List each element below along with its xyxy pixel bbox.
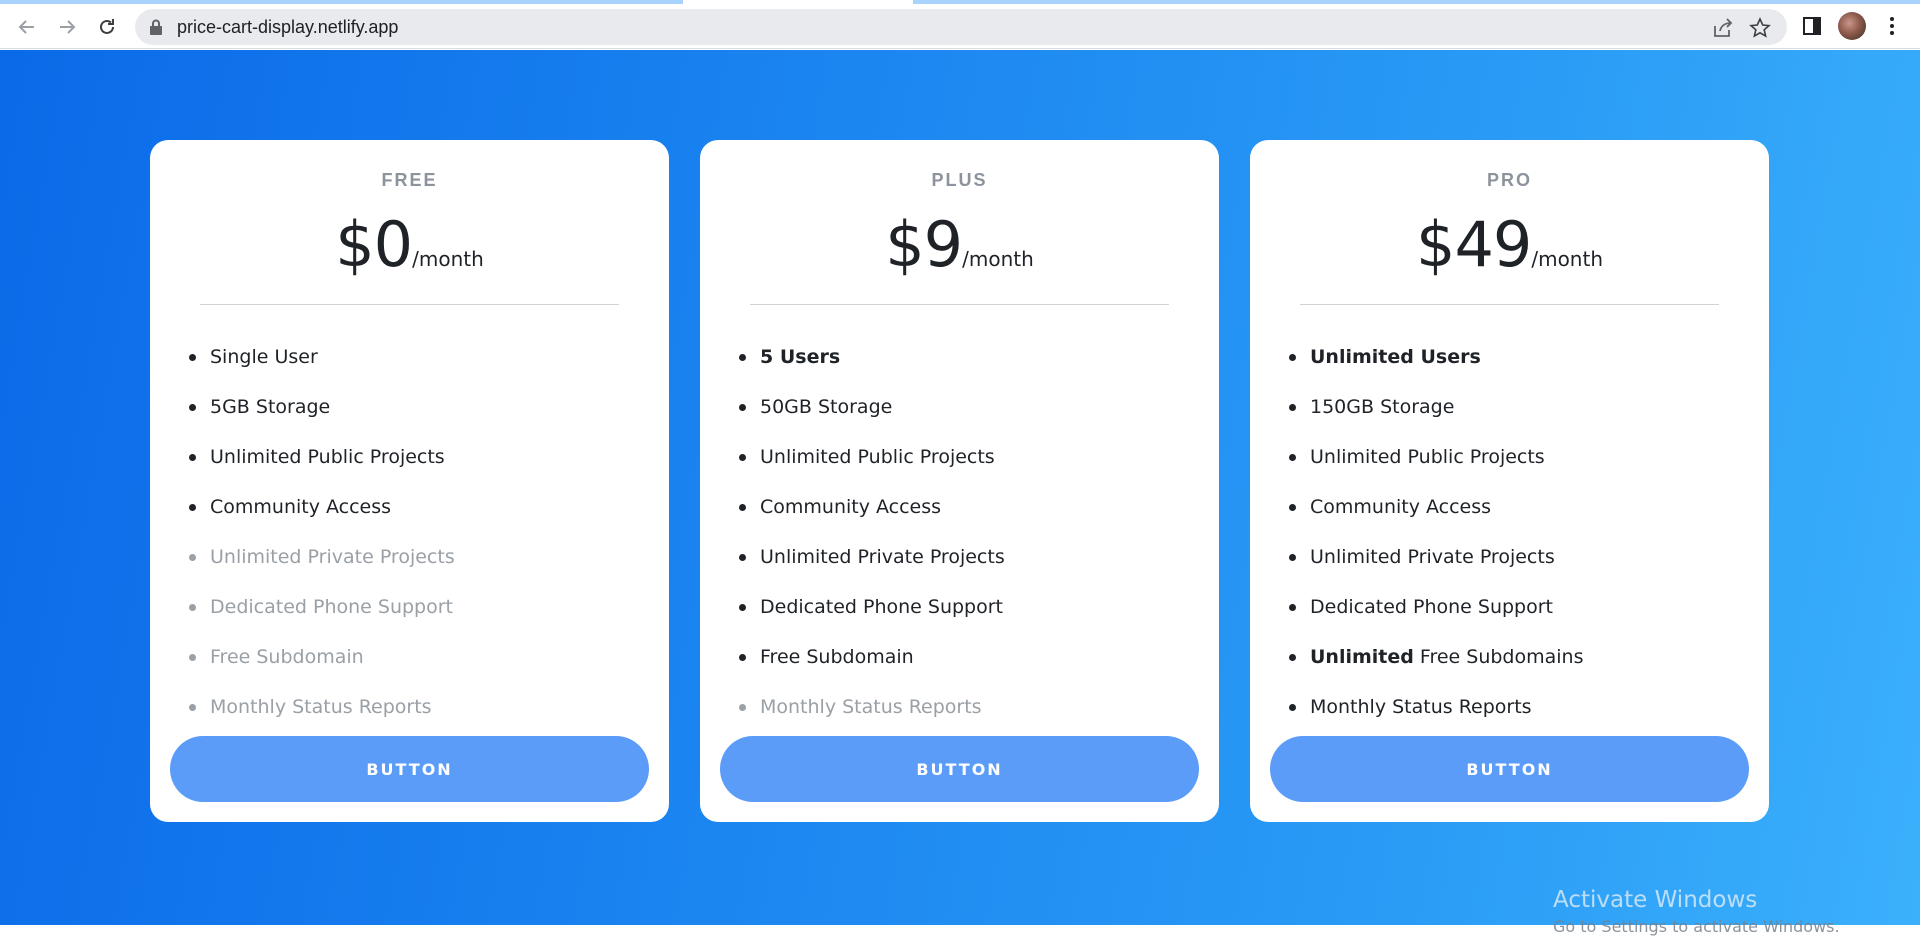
pricing-card-plus: PLUS $9/month 5 Users 50GB Storage Unlimit…	[700, 140, 1219, 822]
feature-item: 5GB Storage	[188, 390, 628, 440]
feature-list: 5 Users 50GB Storage Unlimited Public Proj…	[738, 340, 1178, 740]
watermark-subtitle: Go to Settings to activate Windows.	[1553, 917, 1840, 936]
price-row: $9/month	[700, 208, 1219, 281]
feature-item: Community Access	[188, 490, 628, 540]
url-text[interactable]: price-cart-display.netlify.app	[177, 17, 398, 38]
price-amount: $9	[885, 208, 963, 281]
feature-list: Unlimited Users 150GB Storage Unlimited Pu…	[1288, 340, 1728, 740]
feature-item: Monthly Status Reports	[188, 690, 628, 740]
feature-text: Monthly Status Reports	[1310, 696, 1532, 718]
feature-text: Dedicated Phone Support	[760, 596, 1003, 618]
sidebar-icon[interactable]	[1800, 14, 1824, 38]
feature-text: Free Subdomain	[210, 646, 364, 668]
feature-text: Dedicated Phone Support	[210, 596, 453, 618]
feature-item: Unlimited Public Projects	[738, 440, 1178, 490]
feature-item: Unlimited Private Projects	[1288, 540, 1728, 590]
browser-toolbar: price-cart-display.netlify.app	[0, 0, 1920, 49]
reload-icon	[100, 19, 114, 34]
feature-text: Unlimited Public Projects	[210, 446, 445, 468]
feature-text: Unlimited Private Projects	[210, 546, 455, 568]
price-period: /month	[962, 247, 1034, 271]
feature-item: Dedicated Phone Support	[738, 590, 1178, 640]
pricing-card-free: FREE $0/month Single User 5GB Storage Unli…	[150, 140, 669, 822]
feature-highlight: 5 Users	[760, 346, 841, 368]
feature-list: Single User 5GB Storage Unlimited Public P…	[188, 340, 628, 740]
price-amount: $49	[1416, 208, 1532, 281]
divider	[200, 304, 619, 305]
price-row: $49/month	[1250, 208, 1769, 281]
pricing-page: FREE $0/month Single User 5GB Storage Unli…	[0, 50, 1920, 925]
feature-text: Free Subdomain	[760, 646, 914, 668]
feature-text: Free Subdomains	[1413, 646, 1584, 668]
pricing-card-pro: PRO $49/month Unlimited Users 150GB Stora…	[1250, 140, 1769, 822]
forward-button[interactable]	[52, 12, 82, 42]
feature-item: Free Subdomain	[188, 640, 628, 690]
feature-item: Community Access	[738, 490, 1178, 540]
back-icon	[18, 20, 34, 34]
plan-name: PLUS	[931, 170, 988, 190]
plan-name: FREE	[381, 170, 438, 190]
feature-item: Community Access	[1288, 490, 1728, 540]
price-period: /month	[412, 247, 484, 271]
divider	[1300, 304, 1719, 305]
feature-text: Community Access	[210, 496, 392, 518]
feature-highlight: Unlimited Users	[1310, 346, 1481, 368]
share-icon[interactable]	[1712, 17, 1734, 39]
reload-button[interactable]	[92, 12, 122, 42]
feature-text: Community Access	[1310, 496, 1492, 518]
feature-item: Unlimited Free Subdomains	[1288, 640, 1728, 690]
watermark-title: Activate Windows	[1553, 887, 1758, 913]
feature-item: 150GB Storage	[1288, 390, 1728, 440]
forward-icon	[60, 20, 76, 34]
back-button[interactable]	[12, 12, 42, 42]
tab-strip-edge	[913, 0, 1920, 4]
feature-item: Unlimited Private Projects	[188, 540, 628, 590]
feature-item: Unlimited Users	[1288, 340, 1728, 390]
feature-text: Community Access	[760, 496, 942, 518]
feature-text: Unlimited Private Projects	[1310, 546, 1555, 568]
star-icon[interactable]	[1749, 17, 1771, 39]
feature-item: Unlimited Public Projects	[1288, 440, 1728, 490]
feature-text: Unlimited Public Projects	[760, 446, 995, 468]
feature-text: Dedicated Phone Support	[1310, 596, 1553, 618]
feature-highlight: Unlimited	[1310, 646, 1414, 668]
feature-item: 5 Users	[738, 340, 1178, 390]
feature-text: 150GB Storage	[1310, 396, 1455, 418]
avatar[interactable]	[1838, 12, 1866, 40]
tab-strip-edge	[0, 0, 683, 4]
feature-item: 50GB Storage	[738, 390, 1178, 440]
address-bar[interactable]: price-cart-display.netlify.app	[135, 9, 1787, 45]
price-amount: $0	[335, 208, 413, 281]
select-plan-button[interactable]: BUTTON	[720, 736, 1199, 802]
feature-item: Unlimited Private Projects	[738, 540, 1178, 590]
divider	[750, 304, 1169, 305]
menu-icon[interactable]	[1880, 14, 1904, 38]
plan-name: PRO	[1486, 170, 1532, 190]
feature-text: Monthly Status Reports	[760, 696, 982, 718]
feature-text: Unlimited Public Projects	[1310, 446, 1545, 468]
select-plan-button[interactable]: BUTTON	[170, 736, 649, 802]
feature-item: Free Subdomain	[738, 640, 1178, 690]
price-row: $0/month	[150, 208, 669, 281]
lock-icon	[150, 19, 162, 35]
feature-item: Monthly Status Reports	[738, 690, 1178, 740]
feature-item: Monthly Status Reports	[1288, 690, 1728, 740]
feature-item: Dedicated Phone Support	[188, 590, 628, 640]
feature-text: 50GB Storage	[760, 396, 893, 418]
feature-item: Single User	[188, 340, 628, 390]
feature-text: Unlimited Private Projects	[760, 546, 1005, 568]
feature-item: Unlimited Public Projects	[188, 440, 628, 490]
feature-text: Monthly Status Reports	[210, 696, 432, 718]
feature-item: Dedicated Phone Support	[1288, 590, 1728, 640]
price-period: /month	[1531, 247, 1603, 271]
windows-activation-watermark: Activate Windows Go to Settings to activ…	[1553, 887, 1840, 936]
select-plan-button[interactable]: BUTTON	[1270, 736, 1749, 802]
feature-text: Single User	[210, 346, 318, 368]
feature-text: 5GB Storage	[210, 396, 331, 418]
